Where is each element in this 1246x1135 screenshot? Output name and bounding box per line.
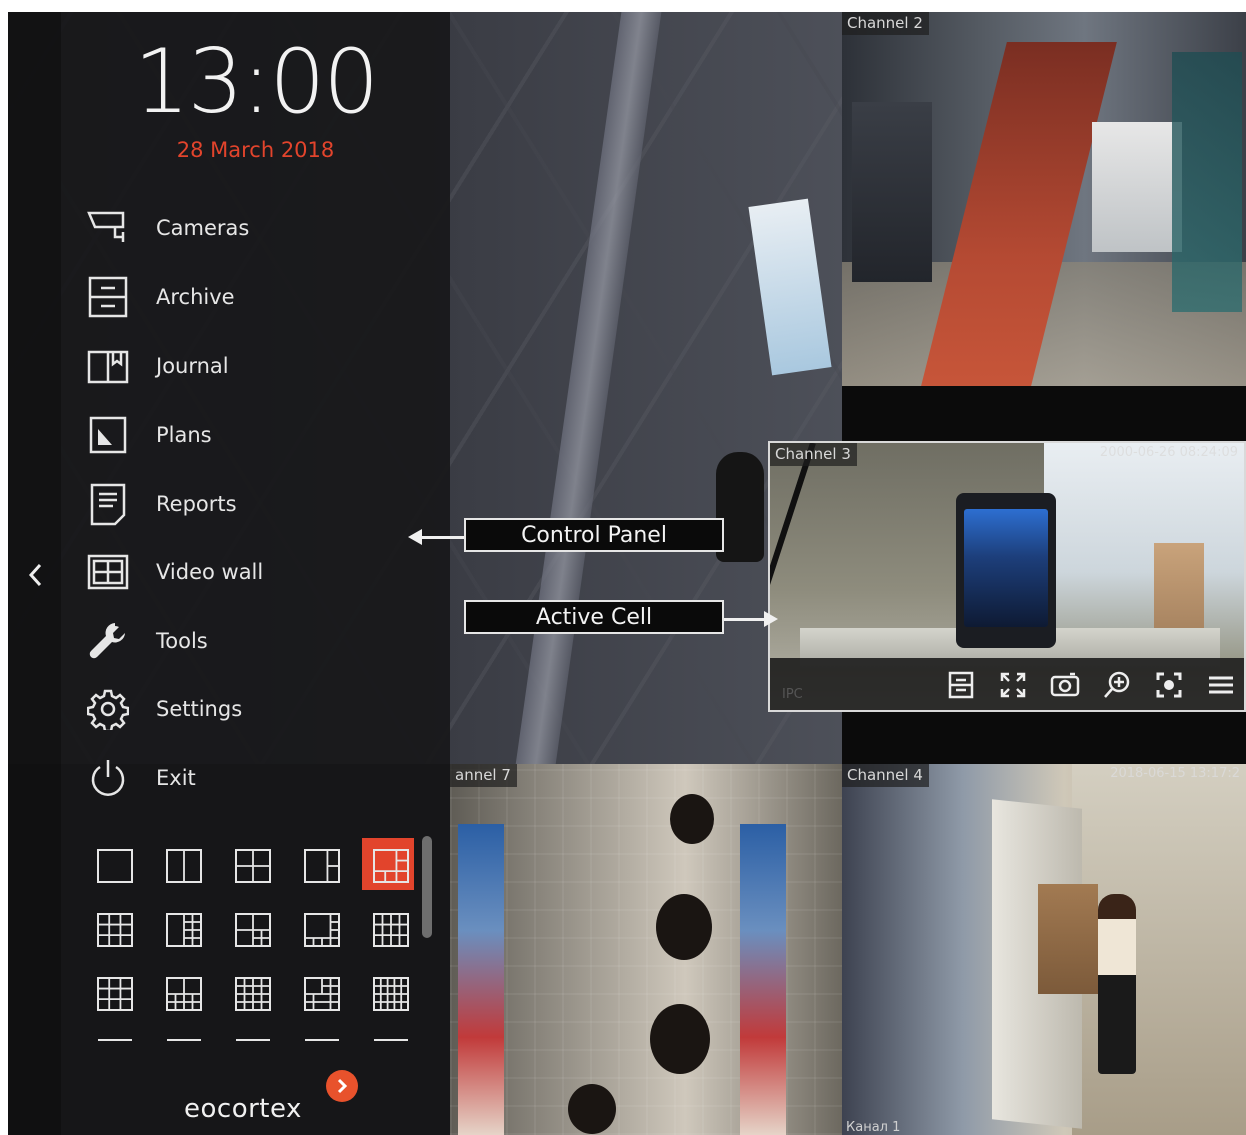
feed-scene <box>1092 122 1182 252</box>
feed-scene <box>1044 443 1244 658</box>
callout-control-panel: Control Panel <box>464 518 724 552</box>
channel-label: Channel 4 <box>842 764 929 787</box>
video-surveillance-stage: Channel 2 annel 7 Channel 4 2018-06-15 1… <box>8 12 1246 1135</box>
layout-option-9[interactable] <box>304 913 340 947</box>
menu-item-tools[interactable]: Tools <box>82 615 412 667</box>
menu-item-cameras[interactable]: Cameras <box>82 202 412 254</box>
menu-item-exit[interactable]: Exit <box>82 752 412 804</box>
menu-item-label: Archive <box>156 285 235 309</box>
feed-scene <box>514 12 662 764</box>
feed-scene <box>964 509 1048 627</box>
active-camera-cell-channel-3[interactable]: Channel 3 2000-06-26 08:24:09 IPC <box>768 441 1246 712</box>
menu-item-label: Journal <box>156 354 229 378</box>
fullscreen-icon[interactable] <box>996 668 1030 702</box>
feed-scene <box>1038 884 1098 994</box>
menu-item-journal[interactable]: Journal <box>82 340 412 392</box>
archive-icon <box>82 271 134 323</box>
clock-time: 13:00 <box>133 30 380 133</box>
feed-scene <box>568 1084 616 1134</box>
layout-option-10[interactable] <box>373 913 409 947</box>
brand-arrow-icon <box>326 1070 358 1102</box>
menu-item-label: Settings <box>156 697 243 721</box>
feed-scene <box>1098 894 1136 1074</box>
video-wall-icon <box>82 546 134 598</box>
feed-scene <box>1172 52 1242 312</box>
channel-timestamp: 2000-06-26 08:24:09 <box>1099 445 1238 460</box>
layout-option-4[interactable] <box>304 849 340 883</box>
journal-icon <box>82 340 134 392</box>
channel-label: Channel 3 <box>770 443 857 466</box>
menu-item-label: Plans <box>156 423 212 447</box>
layout-option-7[interactable] <box>166 913 202 947</box>
menu-item-video-wall[interactable]: Video wall <box>82 546 412 598</box>
brand-logo-text: eocortex <box>184 1094 302 1124</box>
menu-item-label: Reports <box>156 492 237 516</box>
layout-thumbnail-frame <box>97 913 133 947</box>
layout-option-14[interactable] <box>304 977 340 1011</box>
feed-scene <box>656 894 712 960</box>
layout-picker-scrollbar[interactable] <box>422 836 432 938</box>
camera-type-label: IPC <box>782 687 803 702</box>
layout-option-11[interactable] <box>97 977 133 1011</box>
wrench-icon <box>82 615 134 667</box>
feed-scene <box>670 794 714 844</box>
reports-icon <box>82 478 134 530</box>
camera-icon <box>82 202 134 254</box>
active-cell-arrow <box>724 611 778 627</box>
camera-cell-channel-2[interactable]: Channel 2 <box>842 12 1246 386</box>
focus-icon[interactable] <box>1152 668 1186 702</box>
menu-item-plans[interactable]: Plans <box>82 409 412 461</box>
control-panel: 13:00 28 March 2018 Cameras Archive Jour… <box>8 12 450 1135</box>
clock-date: 28 March 2018 <box>176 138 335 162</box>
snapshot-icon[interactable] <box>1048 668 1082 702</box>
layout-option-5[interactable] <box>362 838 414 890</box>
channel-label: Channel 2 <box>842 12 929 35</box>
feed-scene <box>748 198 832 376</box>
layout-option-2[interactable] <box>166 849 202 883</box>
callout-active-cell: Active Cell <box>464 600 724 634</box>
menu-item-archive[interactable]: Archive <box>82 271 412 323</box>
layout-option-13[interactable] <box>235 977 271 1011</box>
layout-option-1[interactable] <box>97 849 133 883</box>
channel-label: annel 7 <box>450 764 517 787</box>
feed-scene <box>740 824 786 1135</box>
feed-scene <box>458 824 504 1135</box>
feed-scene <box>852 102 932 282</box>
menu-item-label: Video wall <box>156 560 264 584</box>
channel-timestamp: 2018-06-15 13:17:2 <box>1110 766 1240 781</box>
layout-option-6[interactable] <box>97 913 133 947</box>
collapse-panel-button[interactable] <box>22 560 48 590</box>
active-cell-toolbar: IPC <box>770 658 1244 710</box>
control-panel-arrow <box>408 529 464 545</box>
layout-thumbnail-frame <box>97 849 133 883</box>
chevron-left-icon <box>28 563 42 587</box>
menu-item-reports[interactable]: Reports <box>82 478 412 530</box>
layout-option-12[interactable] <box>166 977 202 1011</box>
plans-icon <box>82 409 134 461</box>
menu-item-label: Cameras <box>156 216 250 240</box>
layout-thumbnail-frame <box>97 977 133 1011</box>
layout-grid-canvas <box>97 838 414 1041</box>
menu-item-label: Exit <box>156 766 196 790</box>
layout-option-15[interactable] <box>373 977 409 1011</box>
gear-icon <box>82 683 134 735</box>
layout-option-3[interactable] <box>235 849 271 883</box>
layout-picker <box>80 832 420 1042</box>
active-cell-toolbar-buttons <box>944 668 1238 702</box>
channel-footer-label: Канал 1 <box>846 1120 901 1135</box>
power-icon <box>82 752 134 804</box>
camera-cell-channel-7[interactable]: annel 7 <box>450 764 842 1135</box>
menu-item-settings[interactable]: Settings <box>82 683 412 735</box>
layout-option-8[interactable] <box>235 913 271 947</box>
menu-item-label: Tools <box>156 629 208 653</box>
feed-scene <box>650 1004 710 1074</box>
archive-icon[interactable] <box>944 668 978 702</box>
camera-cell-channel-4[interactable]: Channel 4 2018-06-15 13:17:2 Канал 1 <box>842 764 1246 1135</box>
menu-icon[interactable] <box>1204 668 1238 702</box>
zoom-in-icon[interactable] <box>1100 668 1134 702</box>
